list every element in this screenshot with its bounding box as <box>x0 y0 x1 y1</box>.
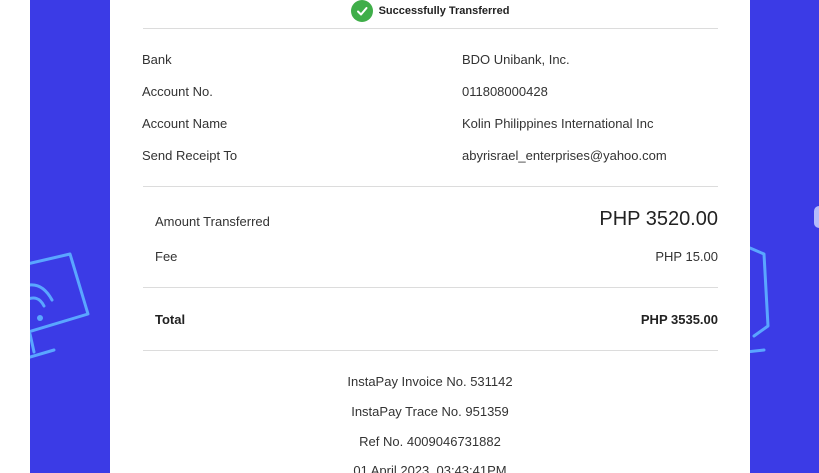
amount-transferred-label: Amount Transferred <box>155 214 270 229</box>
status-banner: Successfully Transferred <box>110 0 750 22</box>
detail-label: Bank <box>142 52 172 67</box>
total-label: Total <box>155 312 186 327</box>
detail-label: Send Receipt To <box>142 148 238 163</box>
divider <box>143 28 718 29</box>
detail-label: Account No. <box>142 84 213 99</box>
total-row: Total PHP 3535.00 <box>155 312 718 330</box>
fee-row: Fee PHP 15.00 <box>155 249 718 267</box>
detail-value: Kolin Philippines International Inc <box>462 116 654 131</box>
decor-dot <box>814 206 819 228</box>
detail-value: 011808000428 <box>462 84 548 99</box>
amount-transferred-value: PHP 3520.00 <box>599 208 718 230</box>
invoice-number: InstaPay Invoice No. 531142 <box>347 374 513 389</box>
divider <box>143 350 718 351</box>
detail-row-account-name: Account Name Kolin Philippines Internati… <box>142 116 722 136</box>
detail-value: BDO Unibank, Inc. <box>462 52 570 67</box>
detail-row-bank: Bank BDO Unibank, Inc. <box>142 52 722 72</box>
fee-label: Fee <box>155 249 178 264</box>
detail-row-send-receipt: Send Receipt To abyrisrael_enterprises@y… <box>142 148 722 168</box>
detail-row-account-no: Account No. 011808000428 <box>142 84 722 104</box>
amount-transferred-row: Amount Transferred PHP 3520.00 <box>155 208 718 234</box>
fee-value: PHP 15.00 <box>655 249 718 264</box>
page: Successfully Transferred Bank BDO Uniban… <box>0 0 819 473</box>
reference-number: Ref No. 4009046731882 <box>359 434 501 449</box>
divider <box>143 287 718 288</box>
device-icon <box>746 246 770 354</box>
divider <box>143 186 718 187</box>
transaction-datetime: 01 April 2023, 03:43:41PM <box>353 463 507 473</box>
router-icon <box>30 252 90 359</box>
trace-number: InstaPay Trace No. 951359 <box>351 404 509 419</box>
detail-label: Account Name <box>142 116 228 131</box>
left-margin <box>0 0 30 473</box>
detail-value: abyrisrael_enterprises@yahoo.com <box>462 148 667 163</box>
check-circle-icon <box>350 0 373 22</box>
total-value: PHP 3535.00 <box>640 312 718 327</box>
status-text: Successfully Transferred <box>378 5 510 17</box>
receipt-card: Successfully Transferred Bank BDO Uniban… <box>110 0 750 473</box>
